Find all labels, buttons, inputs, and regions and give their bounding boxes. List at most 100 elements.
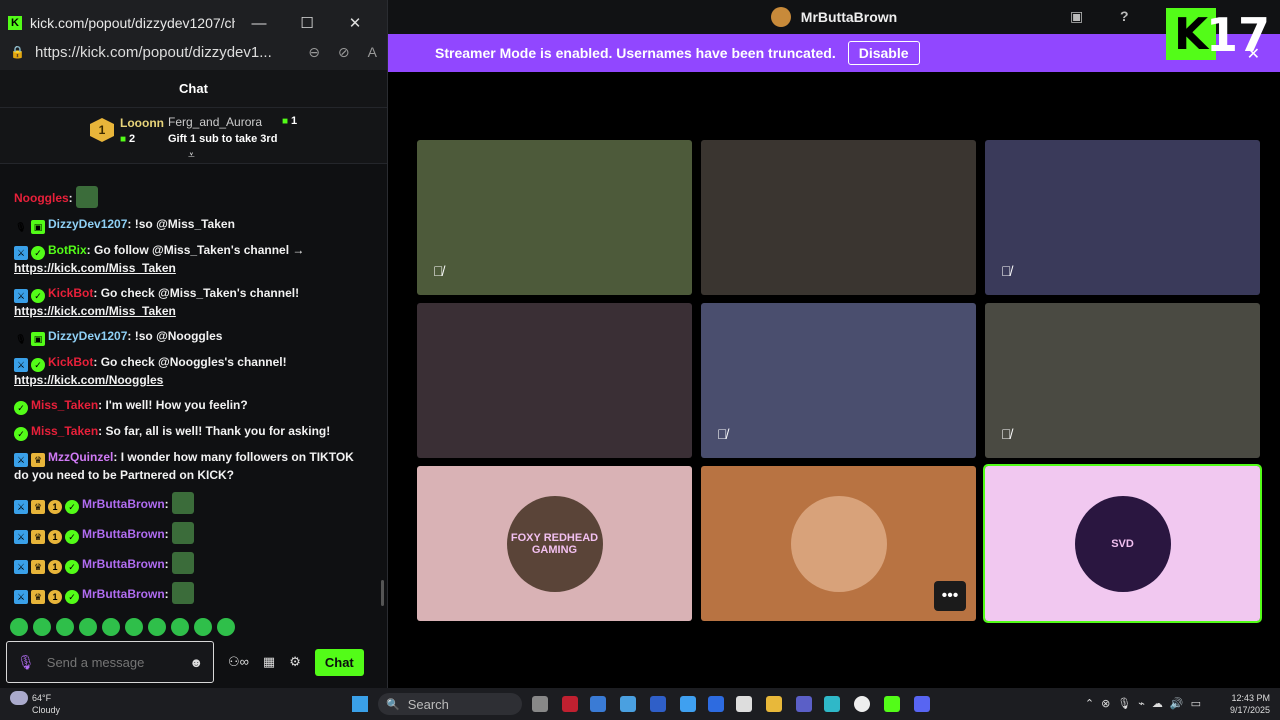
chat-username[interactable]: MrButtaBrown	[82, 527, 165, 541]
chat-emote-icon[interactable]	[172, 582, 195, 604]
chat-emote-icon[interactable]	[172, 492, 195, 514]
chat-username[interactable]: MrButtaBrown	[82, 587, 165, 601]
store-icon[interactable]: ▦	[263, 654, 275, 670]
emote-icon[interactable]	[33, 618, 51, 636]
store-app-icon[interactable]	[736, 696, 752, 712]
collapse-chevron-icon[interactable]: ⩡	[188, 148, 195, 163]
app-icon[interactable]	[680, 696, 696, 712]
discord-icon[interactable]	[914, 696, 930, 712]
chat-username[interactable]: DizzyDev1207	[48, 329, 127, 343]
clock[interactable]: 12:43 PM 9/17/2025	[1230, 692, 1270, 716]
settings-gear-icon[interactable]: ⚙	[289, 654, 301, 670]
chat-username[interactable]: MrButtaBrown	[82, 557, 165, 571]
weather-widget[interactable]: 64°F Cloudy	[10, 691, 60, 716]
chat-username[interactable]: DizzyDev1207	[48, 217, 127, 231]
message-input-wrap[interactable]: 🎙 ☻	[6, 641, 214, 683]
help-icon[interactable]: ?	[1120, 8, 1129, 24]
settings-app-icon[interactable]	[854, 696, 870, 712]
chat-emote-icon[interactable]	[76, 186, 99, 208]
emote-icon[interactable]	[56, 618, 74, 636]
edge-icon[interactable]	[824, 696, 840, 712]
guest-video-tile[interactable]: FOXY REDHEAD GAMING	[417, 466, 692, 621]
chat-scrollbar[interactable]	[381, 580, 384, 606]
mic-icon[interactable]: 🎙	[17, 654, 35, 671]
start-button[interactable]	[352, 696, 368, 712]
chat-link[interactable]: https://kick.com/Nooggles	[14, 373, 163, 387]
chat-username[interactable]: Nooggles	[14, 191, 69, 205]
address-bar[interactable]: 🔒 https://kick.com/popout/dizzydev1... ⊖…	[0, 34, 387, 70]
send-chat-button[interactable]: Chat	[314, 648, 364, 676]
app-icon[interactable]	[562, 696, 578, 712]
chat-username[interactable]: Miss_Taken	[31, 398, 98, 412]
message-input[interactable]	[46, 654, 190, 670]
chat-message: ⚔ ♛ 1 ✓ MrButtaBrown:	[14, 582, 368, 604]
mic-icon: 🎙	[15, 334, 27, 344]
emote-icon[interactable]	[194, 618, 212, 636]
app-icon[interactable]	[650, 696, 666, 712]
chat-popout-window: K kick.com/popout/dizzydev1207/chat... —…	[0, 0, 388, 688]
task-view-icon[interactable]	[532, 696, 548, 712]
chat-username[interactable]: MrButtaBrown	[82, 497, 165, 511]
gift-icon: ■	[282, 116, 289, 127]
moderator-badge-icon: ⚔	[14, 453, 28, 467]
emote-icon[interactable]	[79, 618, 97, 636]
moderator-badge-icon: ⚔	[14, 590, 28, 604]
verified-badge-icon: ✓	[14, 427, 28, 441]
emote-icon[interactable]	[10, 618, 28, 636]
read-aloud-icon[interactable]: A	[368, 44, 377, 60]
shared-chat-icon[interactable]: ⚇∞	[228, 654, 249, 670]
kick-app-icon[interactable]	[884, 696, 900, 712]
guest-video-tile[interactable]: SVD	[983, 464, 1262, 623]
chat-link[interactable]: https://kick.com/Miss_Taken	[14, 304, 176, 318]
taskbar-search[interactable]: 🔍 Search	[378, 693, 522, 715]
app-icon[interactable]	[590, 696, 606, 712]
emote-icon[interactable]	[171, 618, 189, 636]
guest-video-tile[interactable]: 🎙̸	[985, 140, 1260, 295]
weather-condition: Cloudy	[32, 705, 61, 715]
guest-video-tile[interactable]: •••	[701, 466, 976, 621]
emote-icon[interactable]	[217, 618, 235, 636]
guest-video-tile[interactable]: 🎙̸	[417, 140, 692, 295]
emote-icon[interactable]	[102, 618, 120, 636]
vip-crown-icon: ♛	[31, 560, 45, 574]
chat-link[interactable]: https://kick.com/Miss_Taken	[14, 261, 176, 275]
verified-badge-icon: ✓	[65, 530, 79, 544]
chat-message-text: I'm well! How you feelin?	[105, 398, 248, 412]
guest-video-tile[interactable]	[701, 140, 976, 295]
disable-streamer-mode-button[interactable]: Disable	[847, 41, 920, 65]
url-text[interactable]: https://kick.com/popout/dizzydev1...	[35, 44, 290, 61]
banner-text: Streamer Mode is enabled. Usernames have…	[435, 45, 836, 61]
guest-video-tile[interactable]: 🎙̸	[985, 303, 1260, 458]
chat-username[interactable]: Miss_Taken	[31, 424, 98, 438]
og-badge-icon: 1	[48, 500, 62, 514]
chat-username[interactable]: KickBot	[48, 286, 93, 300]
chat-username[interactable]: BotRix	[48, 243, 87, 257]
chat-emote-icon[interactable]	[172, 552, 195, 574]
tracking-prevention-icon[interactable]: ⊘	[338, 44, 350, 61]
app-icon[interactable]	[620, 696, 636, 712]
popout-video-icon[interactable]: ▣	[1070, 8, 1083, 25]
chat-emote-icon[interactable]	[172, 522, 195, 544]
emoji-picker-icon[interactable]: ☻	[189, 655, 203, 670]
popout-title: kick.com/popout/dizzydev1207/chat...	[30, 15, 235, 31]
chat-message: 🎙 ▣ DizzyDev1207: !so @Miss_Taken	[15, 217, 235, 234]
more-options-button[interactable]: •••	[934, 581, 966, 611]
system-tray-icons[interactable]: ⌃⊗🎙⌁☁🔊▭	[1085, 697, 1208, 710]
chat-username[interactable]: KickBot	[48, 355, 93, 369]
emote-icon[interactable]	[125, 618, 143, 636]
teams-icon[interactable]	[796, 696, 812, 712]
emote-icon[interactable]	[148, 618, 166, 636]
chat-message-text: So far, all is well! Thank you for askin…	[105, 424, 331, 438]
close-button[interactable]: ✕	[331, 14, 379, 32]
file-explorer-icon[interactable]	[766, 696, 782, 712]
guest-video-tile[interactable]	[417, 303, 692, 458]
zoom-app-icon[interactable]	[708, 696, 724, 712]
chat-username[interactable]: MzzQuinzel	[48, 450, 113, 464]
zoom-icon[interactable]: ⊖	[308, 44, 320, 61]
leader-second-count-wrap: ■ 1	[282, 115, 297, 127]
maximize-button[interactable]: ☐	[283, 14, 331, 32]
chat-message: ⚔ ♛ 1 ✓ MrButtaBrown:	[14, 522, 368, 544]
guest-video-tile[interactable]: 🎙̸	[701, 303, 976, 458]
gift-prompt[interactable]: Gift 1 sub to take 3rd	[168, 133, 277, 145]
minimize-button[interactable]: —	[235, 15, 283, 32]
